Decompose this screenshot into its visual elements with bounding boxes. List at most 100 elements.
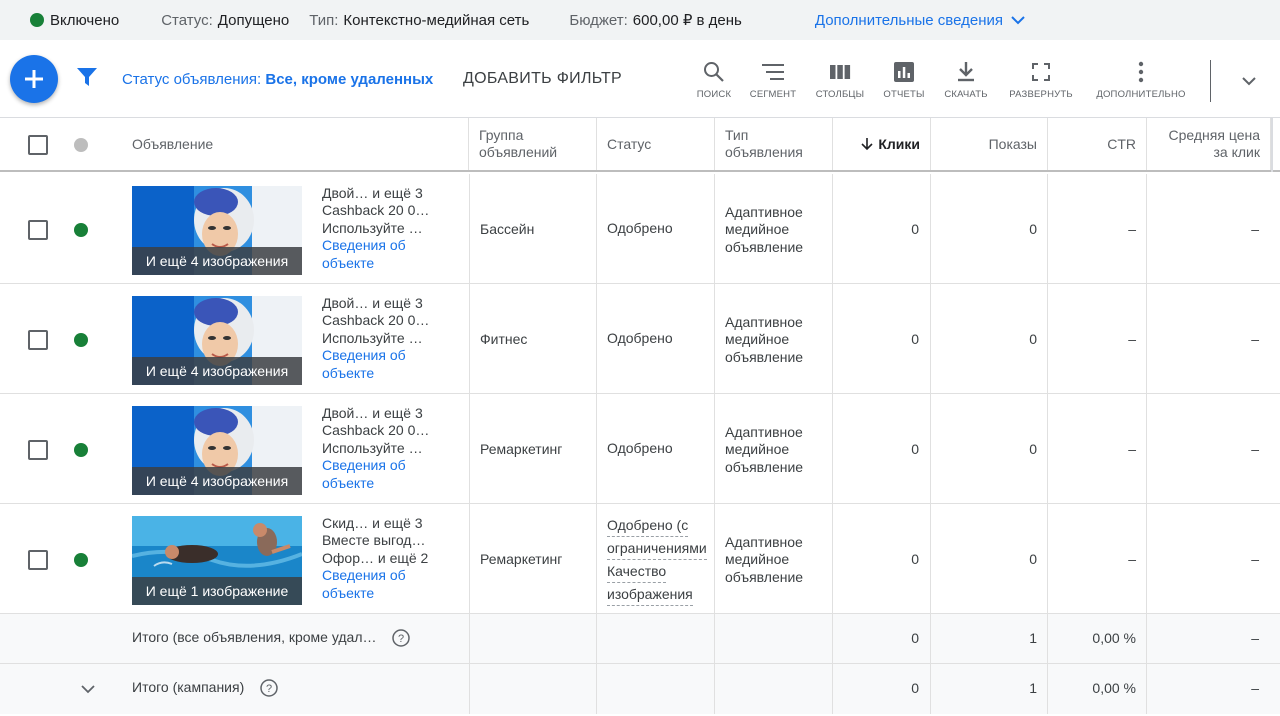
reports-tool-label: ОТЧЕТЫ [883, 89, 925, 100]
header-ad-group[interactable]: Группа объявлений [469, 118, 597, 170]
more-details-link[interactable]: Дополнительные сведения [815, 12, 1025, 29]
campaign-state[interactable]: Включено [50, 12, 119, 29]
segment-tool[interactable]: СЕГМЕНТ [745, 60, 801, 100]
more-images-overlay[interactable]: И ещё 1 изображение [132, 577, 302, 605]
collapse-toolbar-button[interactable] [1241, 73, 1257, 89]
totals-row-campaign: Итого (кампания) ? 0 1 0,00 % – [0, 664, 1280, 714]
campaign-status-bar: Включено Статус: Допущено Тип: Контекстн… [0, 0, 1280, 40]
toolbar-divider [1210, 60, 1211, 102]
more-images-overlay[interactable]: И ещё 4 изображения [132, 247, 302, 275]
clicks-value: 0 [911, 331, 919, 347]
ad-thumbnail[interactable]: И ещё 4 изображения [132, 296, 302, 385]
ad-line3: Используйте … [322, 329, 423, 346]
more-images-overlay[interactable]: И ещё 4 изображения [132, 467, 302, 495]
header-impressions[interactable]: Показы [931, 118, 1048, 170]
header-ctr[interactable]: CTR [1048, 118, 1147, 170]
ctr-cell: – [1048, 284, 1147, 393]
approval-status: Одобрено [607, 220, 673, 236]
asset-details-link-cont[interactable]: объекте [322, 365, 462, 382]
status-cell: Одобрено [597, 174, 715, 283]
total-clicks: 0 [911, 680, 919, 696]
ad-text[interactable]: Двой… и ещё 3 Cashback 20 0… Используйте… [322, 405, 462, 492]
add-filter-button[interactable]: ДОБАВИТЬ ФИЛЬТР [463, 70, 622, 88]
asset-details-link[interactable]: Сведения об [322, 567, 462, 584]
limited-approval-status[interactable]: Одобрено (с [607, 514, 689, 537]
expand-tool[interactable]: РАЗВЕРНУТЬ [1004, 60, 1078, 100]
approval-status: Одобрено [607, 440, 673, 456]
impressions-value: 0 [1029, 221, 1037, 237]
total-label-wrap: Итого (кампания) ? [132, 679, 278, 698]
ad-group-link[interactable]: Ремаркетинг [480, 441, 562, 458]
clicks-cell: 0 [833, 394, 931, 503]
columns-tool[interactable]: СТОЛБЦЫ [812, 60, 868, 100]
ad-group-link[interactable]: Ремаркетинг [480, 551, 562, 568]
status-cell: Одобрено [597, 284, 715, 393]
limited-approval-status-cont[interactable]: ограничениями [607, 537, 707, 560]
total-ctr: 0,00 % [1092, 630, 1136, 646]
header-ctr-label: CTR [1107, 136, 1136, 152]
more-images-overlay[interactable]: И ещё 4 изображения [132, 357, 302, 385]
header-ad-label: Объявление [132, 136, 214, 152]
header-status[interactable]: Статус [597, 118, 715, 170]
ad-group-link[interactable]: Фитнес [480, 331, 527, 348]
expand-total-button[interactable] [80, 681, 96, 697]
asset-details-link-cont[interactable]: объекте [322, 255, 462, 272]
ad-text[interactable]: Двой… и ещё 3 Cashback 20 0… Используйте… [322, 295, 462, 382]
header-avg-cpc[interactable]: Средняя цена за клик [1147, 118, 1271, 170]
filter-icon[interactable] [76, 67, 98, 90]
status-cell: Одобрено [597, 394, 715, 503]
budget-value[interactable]: 600,00 ₽ в день [633, 11, 742, 29]
ad-thumbnail[interactable]: И ещё 4 изображения [132, 406, 302, 495]
ad-headline: Двой… и ещё 3 [322, 185, 423, 201]
add-button[interactable] [10, 55, 58, 103]
select-all-checkbox[interactable] [28, 135, 48, 155]
search-tool[interactable]: ПОИСК [692, 60, 736, 100]
more-details-label: Дополнительные сведения [814, 11, 1003, 29]
reports-tool[interactable]: ОТЧЕТЫ [880, 60, 928, 100]
header-ad-group-line2: объявлений [479, 144, 558, 160]
cpc-cell: – [1147, 284, 1280, 393]
ad-text[interactable]: Скид… и ещё 3 Вместе выгод… Офор… и ещё … [322, 515, 462, 602]
ctr-value: – [1128, 331, 1136, 347]
more-tool[interactable]: ДОПОЛНИТЕЛЬНО [1092, 60, 1190, 100]
active-filter-chip[interactable]: Статус объявления: Все, кроме удаленных [122, 71, 433, 88]
type-label: Тип: [309, 11, 339, 29]
help-icon[interactable]: ? [392, 629, 411, 648]
expand-icon [1032, 63, 1050, 81]
header-cpc-line1: Средняя цена [1168, 127, 1261, 143]
header-ad-type[interactable]: Тип объявления [715, 118, 833, 170]
asset-details-link-cont[interactable]: объекте [322, 585, 462, 602]
asset-details-link-cont[interactable]: объекте [322, 475, 462, 492]
column-resize-handle[interactable] [1271, 118, 1273, 172]
segment-tool-label: СЕГМЕНТ [749, 89, 797, 100]
enabled-status-dot[interactable] [74, 223, 88, 237]
row-checkbox[interactable] [28, 220, 48, 240]
ad-line2: Cashback 20 0… [322, 202, 430, 219]
download-tool[interactable]: СКАЧАТЬ [938, 60, 994, 100]
budget-label: Бюджет: [569, 11, 628, 29]
ad-type-line1: Адаптивное [725, 534, 803, 550]
header-ad[interactable]: Объявление [122, 118, 469, 170]
ad-thumbnail[interactable]: И ещё 4 изображения [132, 186, 302, 275]
row-checkbox[interactable] [28, 440, 48, 460]
row-checkbox[interactable] [28, 330, 48, 350]
image-quality-reason-cont[interactable]: изображения [607, 583, 693, 606]
header-status-dot [74, 138, 88, 152]
asset-details-link[interactable]: Сведения об [322, 457, 462, 474]
help-icon[interactable]: ? [260, 679, 278, 698]
asset-details-link[interactable]: Сведения об [322, 347, 462, 364]
ad-headline: Двой… и ещё 3 [322, 295, 423, 311]
enabled-status-dot[interactable] [74, 443, 88, 457]
ad-thumbnail[interactable]: И ещё 1 изображение [132, 516, 302, 605]
enabled-status-dot[interactable] [74, 333, 88, 347]
ad-text[interactable]: Двой… и ещё 3 Cashback 20 0… Используйте… [322, 185, 462, 272]
total-cpc-cell: – [1147, 614, 1280, 663]
header-clicks[interactable]: Клики [833, 118, 931, 170]
ad-group-link[interactable]: Бассейн [480, 221, 534, 238]
row-checkbox[interactable] [28, 550, 48, 570]
total-ctr-cell: 0,00 % [1048, 614, 1147, 663]
ad-type-line2: медийное [725, 551, 790, 568]
asset-details-link[interactable]: Сведения об [322, 237, 462, 254]
enabled-status-dot[interactable] [74, 553, 88, 567]
image-quality-reason[interactable]: Качество [607, 560, 667, 583]
